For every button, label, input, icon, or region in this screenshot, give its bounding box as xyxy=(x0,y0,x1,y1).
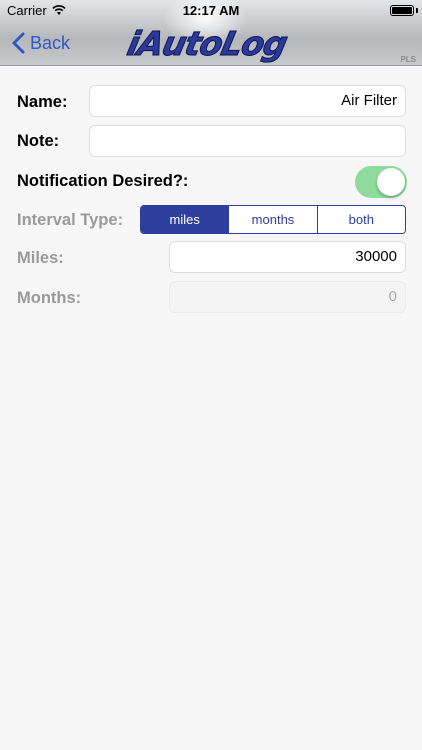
back-label: Back xyxy=(30,32,71,53)
chevron-left-icon xyxy=(12,32,25,54)
toggle-knob xyxy=(377,168,405,196)
battery-tip xyxy=(416,8,418,13)
notification-label: Notification Desired?: xyxy=(17,172,189,190)
status-bar: Carrier 12:17 AM xyxy=(0,0,422,22)
months-field: 0 xyxy=(169,281,406,313)
status-time: 12:17 AM xyxy=(182,3,240,18)
back-button[interactable]: Back xyxy=(11,30,70,56)
miles-field[interactable]: 30000 xyxy=(169,241,406,273)
battery-icon xyxy=(390,5,414,16)
note-label: Note: xyxy=(17,132,60,150)
interval-type-label: Interval Type: xyxy=(17,211,124,229)
name-label: Name: xyxy=(17,93,68,111)
miles-label: Miles: xyxy=(17,249,64,267)
segment-months[interactable]: months xyxy=(229,206,318,233)
segment-both[interactable]: both xyxy=(317,206,405,233)
note-field[interactable] xyxy=(89,125,406,157)
notification-toggle[interactable] xyxy=(355,166,407,198)
navigation-bar: Carrier 12:17 AM Back iAutoLog PLS xyxy=(0,0,422,66)
months-label: Months: xyxy=(17,289,82,307)
logo-badge: PLS xyxy=(400,55,416,64)
logo-text: iAutoLog xyxy=(123,24,291,64)
interval-type-segmented-control: miles months both xyxy=(140,205,406,234)
segment-miles[interactable]: miles xyxy=(141,206,230,233)
app-logo: iAutoLog xyxy=(123,24,294,64)
name-field[interactable]: Air Filter xyxy=(89,85,406,117)
